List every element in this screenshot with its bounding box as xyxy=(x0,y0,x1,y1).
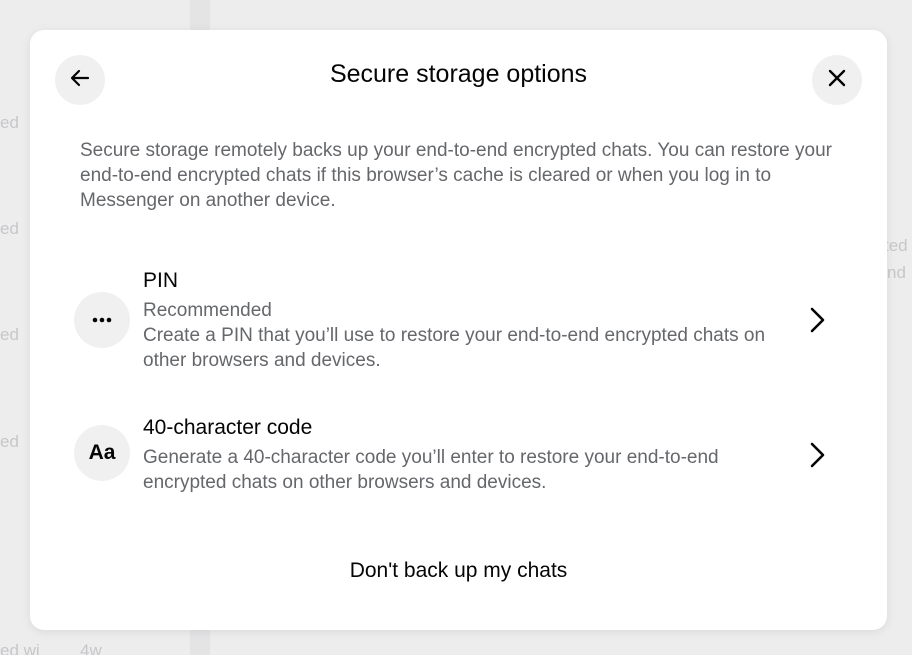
close-button[interactable] xyxy=(812,55,862,105)
background-text-fragment: ed xyxy=(0,325,19,344)
background-text-fragment: ed xyxy=(0,113,19,132)
dont-back-up-button[interactable]: Don't back up my chats xyxy=(30,559,887,583)
background-text-fragment: ted xyxy=(884,236,908,255)
pin-option-subtitle: Recommended xyxy=(143,300,272,321)
pin-option-description: Create a PIN that you’ll use to restore … xyxy=(143,325,766,371)
pin-option[interactable]: PIN Recommended Create a PIN that you’ll… xyxy=(70,262,850,378)
code-option-text: 40-character code Generate a 40-characte… xyxy=(143,413,793,495)
close-icon xyxy=(827,68,847,93)
secure-storage-dialog: Secure storage options Secure storage re… xyxy=(30,30,887,630)
chevron-right-icon xyxy=(807,305,827,340)
dialog-title: Secure storage options xyxy=(329,60,588,88)
pin-option-text: PIN Recommended Create a PIN that you’ll… xyxy=(143,266,793,373)
pin-option-title: PIN xyxy=(143,269,179,292)
background-text-fragment: ed wi xyxy=(0,641,40,655)
background-text-fragment: 4w xyxy=(80,641,102,655)
more-dots-icon xyxy=(74,292,130,348)
code-option-title: 40-character code xyxy=(143,416,313,439)
code-option[interactable]: Aa 40-character code Generate a 40-chara… xyxy=(70,410,850,500)
background-text-fragment: nd xyxy=(887,263,906,282)
dialog-description: Secure storage remotely backs up your en… xyxy=(80,140,832,211)
background-text-fragment: ed xyxy=(0,219,19,238)
chevron-right-icon xyxy=(807,440,827,475)
code-option-description: Generate a 40-character code you’ll ente… xyxy=(143,447,719,493)
aa-icon-glyph: Aa xyxy=(88,441,116,464)
text-aa-icon: Aa xyxy=(74,425,130,481)
background-text-fragment: ed xyxy=(0,432,19,451)
